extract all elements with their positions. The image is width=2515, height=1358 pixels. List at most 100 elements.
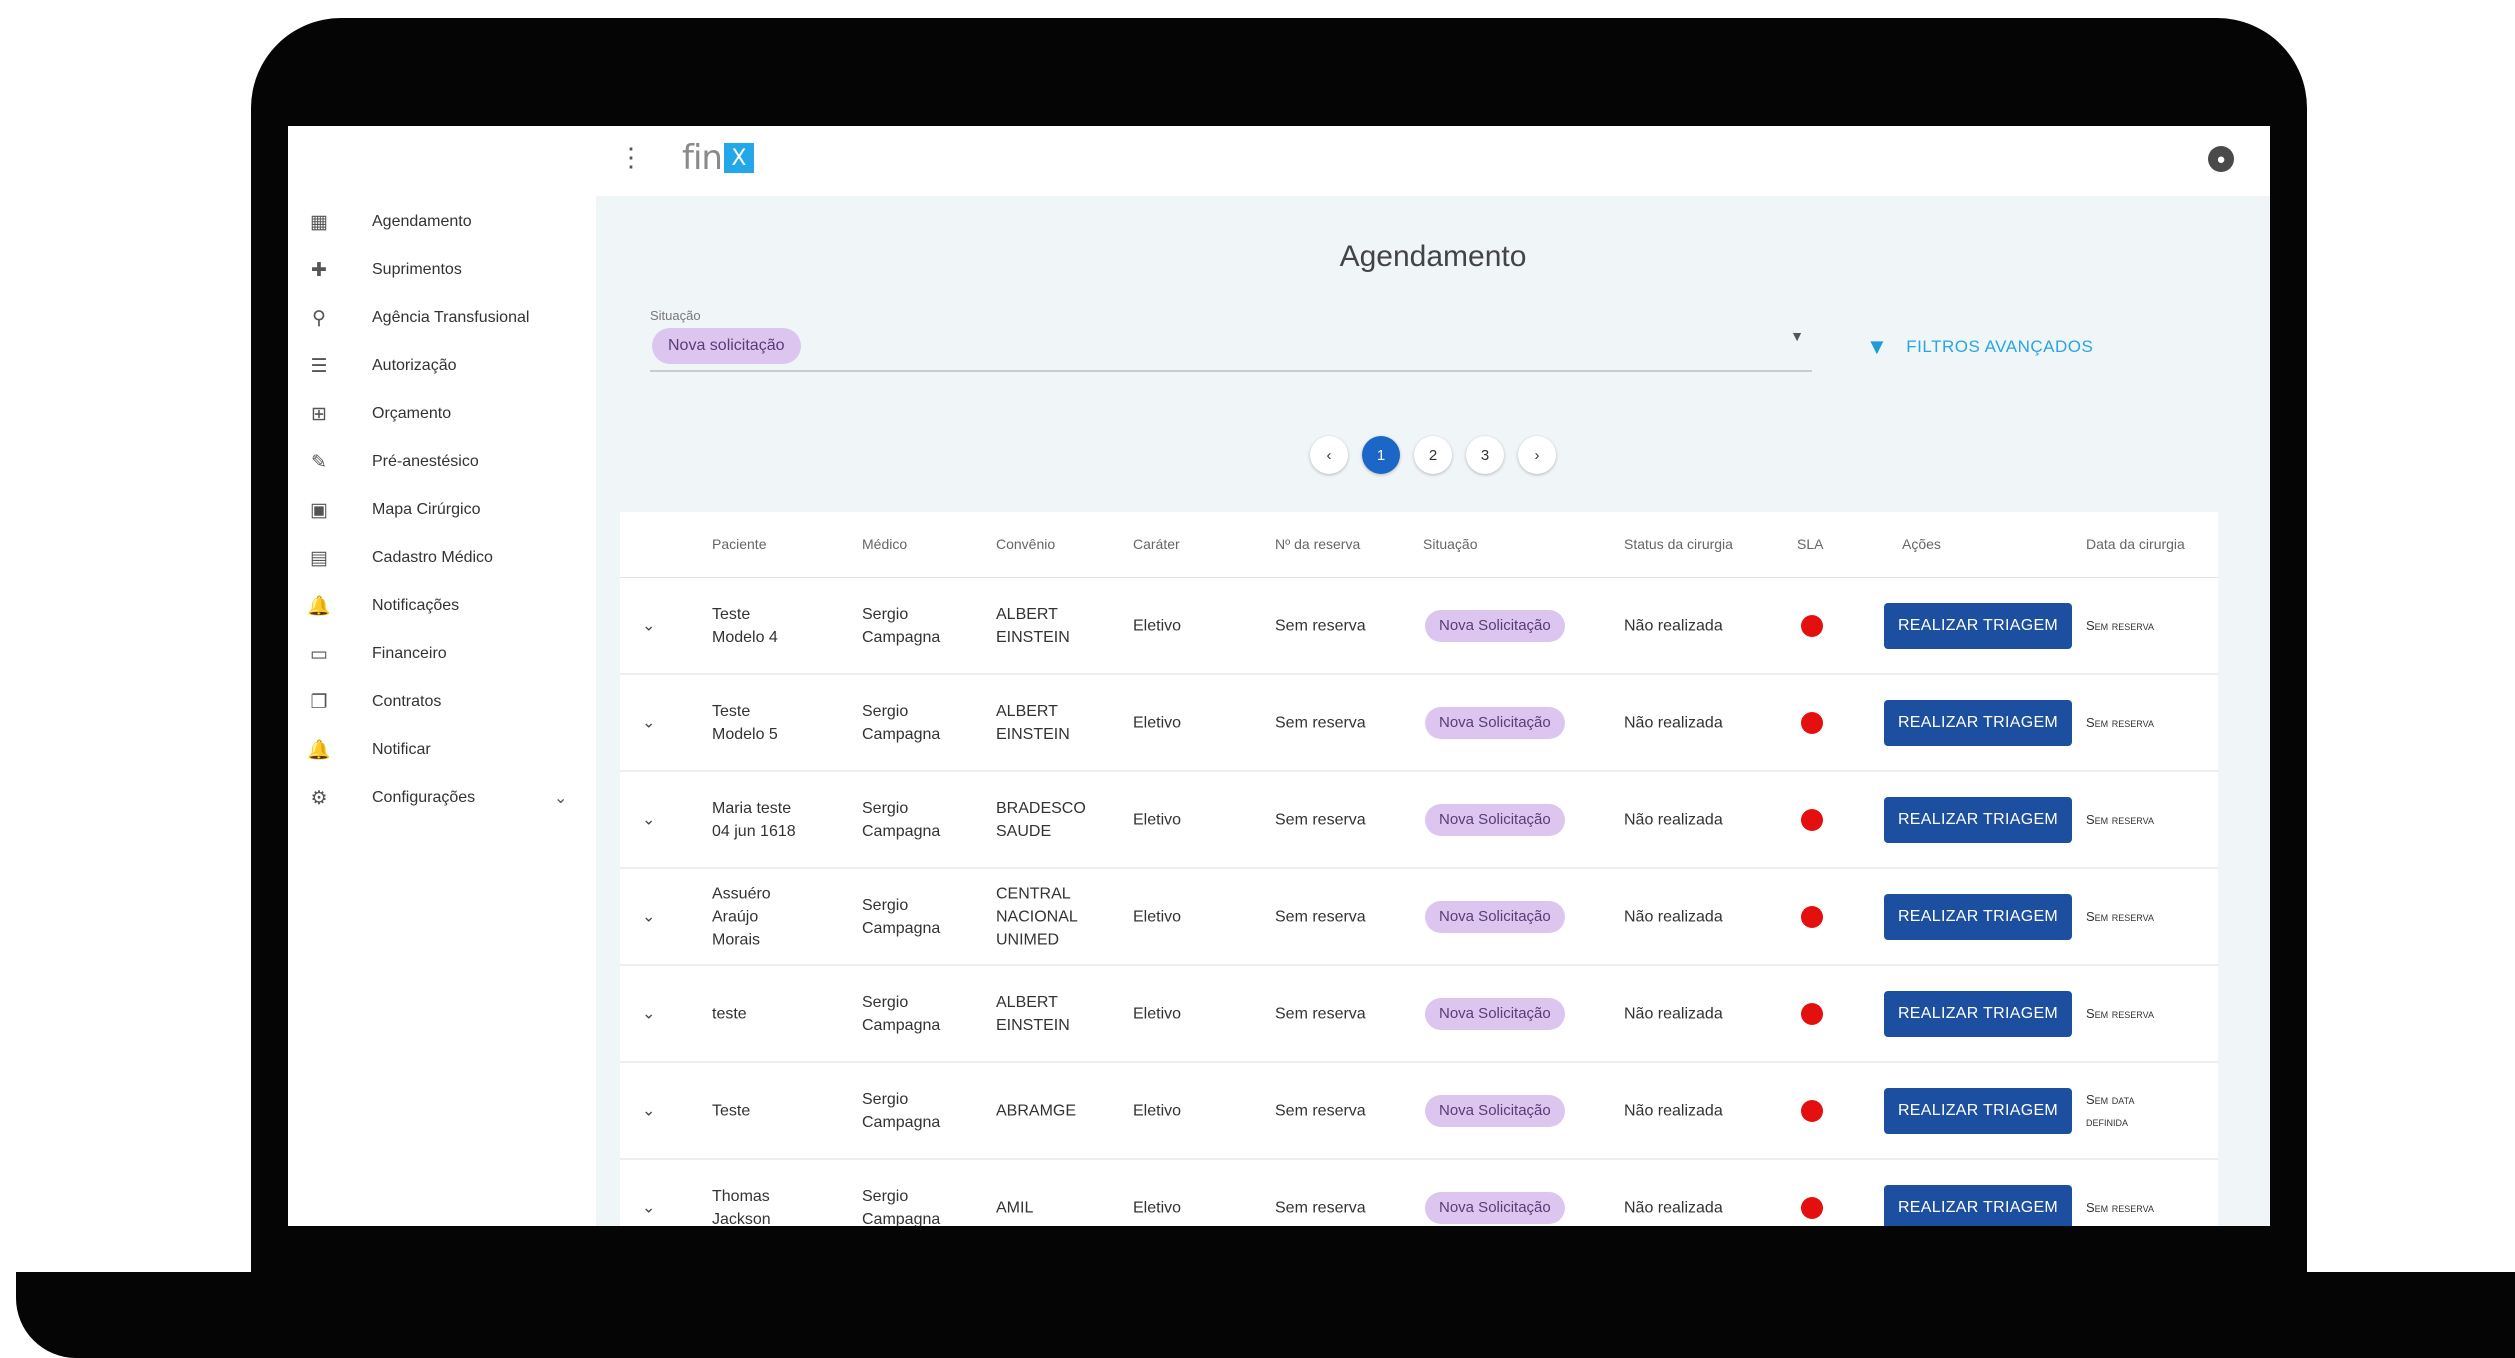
page-button-2[interactable]: 2 xyxy=(1414,436,1452,474)
column-header-acoes[interactable]: Ações xyxy=(1902,536,1941,552)
convenio-line: CENTRAL xyxy=(996,885,1071,902)
cell-convenio: ALBERT EINSTEIN xyxy=(996,603,1070,649)
sla-indicator xyxy=(1801,711,1823,734)
more-options-icon[interactable]: ⋮ xyxy=(618,144,644,170)
cell-convenio: CENTRAL NACIONAL UNIMED xyxy=(996,882,1078,951)
column-header-sla[interactable]: SLA xyxy=(1797,536,1823,552)
medico-line: Sergio xyxy=(862,1187,909,1205)
cell-paciente: Maria teste 04 jun 1618 xyxy=(712,797,796,843)
table-row[interactable]: ⌄ Teste Modelo 4 Sergio Campagna ALBERT EINSTE… xyxy=(620,578,2218,675)
situacao-chip[interactable]: Nova solicitação xyxy=(652,328,801,364)
realizar-triagem-button[interactable]: REALIZAR TRIAGEM xyxy=(1884,796,2072,843)
realizar-triagem-button[interactable]: REALIZAR TRIAGEM xyxy=(1884,1184,2072,1226)
sidebar-item-label: Mapa Cirúrgico xyxy=(372,501,481,518)
sidebar-item-contratos[interactable]: ❐ Contratos xyxy=(288,678,596,726)
chevron-down-icon[interactable]: ⌄ xyxy=(554,788,567,808)
sidebar-item-autorizacao[interactable]: ☰ Autorização xyxy=(288,342,596,390)
sidebar-item-pre-anestesico[interactable]: ✎ Pré-anestésico xyxy=(288,438,596,486)
expand-row-icon[interactable]: ⌄ xyxy=(642,905,655,928)
table-row[interactable]: ⌄ Thomas Jackson Sergio Campagna AMIL Eletivo S… xyxy=(620,1160,2218,1226)
sidebar-item-financeiro[interactable]: ▭ Financeiro xyxy=(288,630,596,678)
column-header-situacao[interactable]: Situação xyxy=(1423,536,1477,552)
sidebar-item-orcamento[interactable]: ⊞ Orçamento xyxy=(288,390,596,438)
status-badge: Nova Solicitação xyxy=(1425,1191,1565,1224)
cell-paciente: Assuéro Araújo Morais xyxy=(712,882,771,951)
sidebar-item-label: Notificar xyxy=(372,741,431,758)
table-row[interactable]: ⌄ teste Sergio Campagna ALBERT EINSTEIN Eletiv… xyxy=(620,966,2218,1063)
logo[interactable]: fin X xyxy=(682,138,754,178)
paciente-line: Morais xyxy=(712,931,761,948)
sidebar-item-notificacoes[interactable]: 🔔 Notificações xyxy=(288,582,596,630)
status-badge: Nova Solicitação xyxy=(1425,803,1565,836)
medico-line: Sergio xyxy=(862,799,909,817)
realizar-triagem-button[interactable]: REALIZAR TRIAGEM xyxy=(1884,602,2072,649)
cell-carater: Eletivo xyxy=(1133,1005,1182,1022)
prev-page-button[interactable]: ‹ xyxy=(1310,436,1348,474)
sla-indicator xyxy=(1801,808,1823,831)
sidebar-item-agencia-transfusional[interactable]: ⚲ Agência Transfusional xyxy=(288,294,596,342)
sla-indicator xyxy=(1801,1196,1823,1219)
sidebar-item-label: Cadastro Médico xyxy=(372,549,493,566)
table-row[interactable]: ⌄ Assuéro Araújo Morais Sergio Campagna CENTRA… xyxy=(620,869,2218,966)
sidebar-item-notificar[interactable]: 🔔 Notificar xyxy=(288,726,596,774)
table-row[interactable]: ⌄ Teste Sergio Campagna ABRAMGE Eletivo Sem re… xyxy=(620,1063,2218,1160)
advanced-filters-button[interactable]: ▼ FILTROS AVANÇADOS xyxy=(1866,334,2093,360)
column-header-reserva[interactable]: Nº da reserva xyxy=(1275,536,1360,552)
expand-row-icon[interactable]: ⌄ xyxy=(642,1196,655,1219)
realizar-triagem-button[interactable]: REALIZAR TRIAGEM xyxy=(1884,893,2072,940)
cell-data-cirurgia: Sem reserva xyxy=(2086,712,2154,734)
medico-line: Campagna xyxy=(862,725,941,743)
account-icon[interactable]: ● xyxy=(2208,146,2234,172)
cell-carater: Eletivo xyxy=(1133,714,1182,731)
page-button-3[interactable]: 3 xyxy=(1466,436,1504,474)
expand-row-icon[interactable]: ⌄ xyxy=(642,808,655,831)
filter-icon: ▼ xyxy=(1866,334,1889,359)
sidebar-item-label: Autorização xyxy=(372,357,457,374)
sidebar-item-agendamento[interactable]: ▦ Agendamento xyxy=(288,198,596,246)
cell-medico: Sergio Campagna xyxy=(862,894,940,940)
column-header-medico[interactable]: Médico xyxy=(862,536,907,552)
medico-line: Sergio xyxy=(862,896,909,914)
status-badge: Nova Solicitação xyxy=(1425,997,1565,1030)
convenio-line: ALBERT xyxy=(996,605,1058,623)
column-header-data[interactable]: Data da cirurgia xyxy=(2086,536,2185,552)
expand-row-icon[interactable]: ⌄ xyxy=(642,711,655,734)
table-row[interactable]: ⌄ Maria teste 04 jun 1618 Sergio Campagna BRA… xyxy=(620,772,2218,869)
realizar-triagem-button[interactable]: REALIZAR TRIAGEM xyxy=(1884,699,2072,746)
convenio-line: UNIMED xyxy=(996,931,1060,948)
cell-data-cirurgia: Sem reserva xyxy=(2086,615,2154,637)
bell-ring-icon: 🔔 xyxy=(307,740,331,761)
main-content: Agendamento Situação Nova solicitação ▼ … xyxy=(596,196,2270,1226)
cell-medico: Sergio Campagna xyxy=(862,991,940,1037)
sidebar-item-configuracoes[interactable]: ⚙ Configurações ⌄ xyxy=(288,774,596,822)
cell-convenio: AMIL xyxy=(996,1196,1033,1219)
paciente-line: teste xyxy=(712,1005,747,1022)
column-header-status[interactable]: Status da cirurgia xyxy=(1624,536,1733,552)
expand-row-icon[interactable]: ⌄ xyxy=(642,1002,655,1025)
next-page-button[interactable]: › xyxy=(1518,436,1556,474)
realizar-triagem-button[interactable]: REALIZAR TRIAGEM xyxy=(1884,1087,2072,1134)
situacao-select[interactable]: Situação Nova solicitação ▼ xyxy=(650,308,1812,372)
page-button-1[interactable]: 1 xyxy=(1362,436,1400,474)
column-header-carater[interactable]: Caráter xyxy=(1133,536,1180,552)
sidebar-item-cadastro-medico[interactable]: ▤ Cadastro Médico xyxy=(288,534,596,582)
situacao-label: Situação xyxy=(650,308,701,323)
sidebar-item-suprimentos[interactable]: ✚ Suprimentos xyxy=(288,246,596,294)
table-row[interactable]: ⌄ Teste Modelo 5 Sergio Campagna ALBERT EINSTE… xyxy=(620,675,2218,772)
logo-text: fin xyxy=(682,138,723,178)
data-cirurgia-line: Sem reserva xyxy=(2086,811,2154,827)
cell-paciente: Teste Modelo 4 xyxy=(712,603,778,649)
data-cirurgia-line: Sem reserva xyxy=(2086,1005,2154,1021)
realizar-triagem-button[interactable]: REALIZAR TRIAGEM xyxy=(1884,990,2072,1037)
paciente-line: Assuéro xyxy=(712,885,771,902)
paciente-line: Teste xyxy=(712,605,751,623)
expand-row-icon[interactable]: ⌄ xyxy=(642,1099,655,1122)
medico-line: Campagna xyxy=(862,628,941,646)
column-header-convenio[interactable]: Convênio xyxy=(996,536,1055,552)
expand-row-icon[interactable]: ⌄ xyxy=(642,614,655,637)
column-header-paciente[interactable]: Paciente xyxy=(712,536,766,552)
medico-line: Sergio xyxy=(862,605,909,623)
sidebar-item-mapa-cirurgico[interactable]: ▣ Mapa Cirúrgico xyxy=(288,486,596,534)
dropdown-arrow-icon[interactable]: ▼ xyxy=(1790,328,1804,344)
top-bar: ⋮ fin X ● xyxy=(596,126,2270,196)
